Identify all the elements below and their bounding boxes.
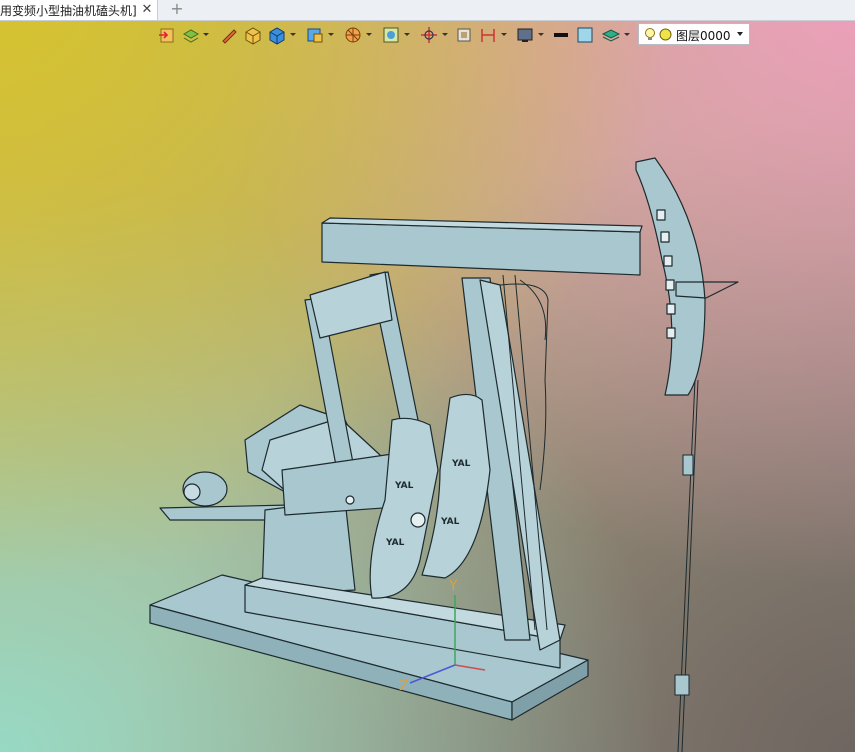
layers-icon[interactable] [601, 24, 623, 46]
layer-name: 图层0000 [676, 29, 731, 43]
lightbulb-icon[interactable] [644, 27, 656, 45]
fill-color-icon[interactable] [575, 24, 597, 46]
snap-target-icon[interactable] [419, 24, 441, 46]
counterweight-badge-2: YAL [451, 459, 471, 469]
document-tab-title: 用变频小型抽油机磕头机] [0, 3, 137, 18]
close-icon[interactable]: ✕ [139, 1, 155, 19]
layers-stack-icon[interactable] [181, 24, 203, 46]
solid-box-icon[interactable] [243, 24, 265, 46]
pumpjack-model[interactable]: YAL YAL YAL YAL Y Z [0, 0, 855, 752]
shaded-frame-icon[interactable] [381, 24, 403, 46]
counterweight-badge-4: YAL [440, 517, 460, 527]
counterweight-badge-3: YAL [385, 538, 405, 548]
document-tab-bar: 用变频小型抽油机磕头机] ✕ + [0, 0, 855, 21]
view-cube-icon[interactable] [305, 24, 327, 46]
chevron-down-icon[interactable] [737, 32, 743, 36]
display-mode-icon[interactable] [515, 24, 537, 46]
equalizer [309, 271, 393, 339]
document-tab[interactable]: 用变频小型抽油机磕头机] ✕ [0, 0, 158, 20]
render-sphere-icon[interactable] [343, 24, 365, 46]
color-dot-icon [659, 28, 672, 44]
view-toolbar [155, 24, 635, 46]
pen-icon[interactable] [219, 24, 241, 46]
measure-icon[interactable] [478, 24, 500, 46]
import-icon[interactable] [157, 24, 179, 46]
new-tab-button[interactable]: + [168, 0, 186, 20]
line-weight-icon[interactable] [551, 24, 573, 46]
axis-label-z: Z [399, 678, 409, 694]
counterweight-badge-1: YAL [394, 481, 414, 491]
axis-label-y: Y [448, 578, 458, 594]
polished-rod [674, 379, 699, 752]
frame-icon[interactable] [454, 24, 476, 46]
layer-dropdown[interactable]: 图层0000 [638, 23, 750, 45]
horsehead [635, 157, 706, 396]
blue-cube-icon[interactable] [267, 24, 289, 46]
